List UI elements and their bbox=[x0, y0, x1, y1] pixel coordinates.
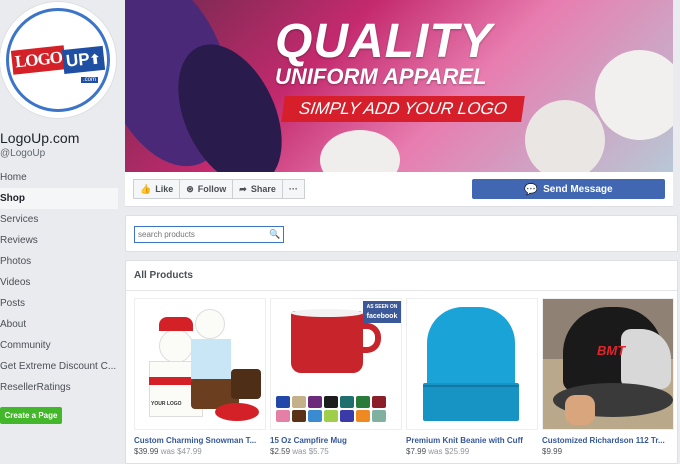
like-button[interactable]: 👍 Like bbox=[133, 179, 181, 199]
left-column: LOGO UP⬆ .com LogoUp.com @LogoUp Home Sh… bbox=[0, 0, 125, 464]
mug-color-swatches bbox=[275, 395, 399, 423]
product-image-trucker-hat[interactable]: BMT bbox=[542, 298, 674, 430]
nav-item-resellerratings[interactable]: ResellerRatings bbox=[0, 377, 118, 398]
product-item[interactable]: AS SEEN ON facebook 15 Oz Campfire Mug $… bbox=[270, 298, 402, 456]
cover-photo[interactable]: QUALITY UNIFORM APPAREL SIMPLY ADD YOUR … bbox=[125, 0, 673, 172]
cover-title: QUALITY bbox=[275, 15, 493, 68]
nav-item-community[interactable]: Community bbox=[0, 335, 118, 356]
thumbs-up-icon: 👍 bbox=[140, 183, 152, 194]
cover-subtitle: UNIFORM APPAREL bbox=[275, 64, 487, 89]
nav-item-about[interactable]: About bbox=[0, 314, 118, 335]
more-button[interactable]: ··· bbox=[281, 179, 305, 199]
product-price: $2.59 was $5.75 bbox=[270, 447, 329, 456]
follow-button[interactable]: ⊛ Follow bbox=[179, 179, 234, 199]
product-item[interactable]: YOUR LOGO Custom Charming Snowman T... $… bbox=[134, 298, 266, 456]
cover-tagline: SIMPLY ADD YOUR LOGO bbox=[281, 96, 525, 122]
messenger-icon: 💬 bbox=[524, 183, 539, 196]
search-input[interactable] bbox=[135, 230, 267, 239]
nav-item-videos[interactable]: Videos bbox=[0, 272, 118, 293]
product-name[interactable]: Customized Richardson 112 Tr... bbox=[542, 436, 674, 445]
thread-spool-image bbox=[595, 50, 673, 140]
section-title: All Products bbox=[134, 270, 193, 281]
thread-spool-image bbox=[320, 130, 400, 172]
thread-spool-image bbox=[525, 100, 605, 172]
page-handle[interactable]: @LogoUp bbox=[0, 148, 45, 159]
product-name[interactable]: 15 Oz Campfire Mug bbox=[270, 436, 402, 445]
nav-item-shop[interactable]: Shop bbox=[0, 188, 118, 209]
divider bbox=[126, 290, 677, 291]
nav-item-photos[interactable]: Photos bbox=[0, 251, 118, 272]
product-image-snowman[interactable]: YOUR LOGO bbox=[134, 298, 266, 430]
nav-item-reviews[interactable]: Reviews bbox=[0, 230, 118, 251]
product-grid: YOUR LOGO Custom Charming Snowman T... $… bbox=[134, 298, 677, 456]
rss-icon: ⊛ bbox=[186, 183, 194, 194]
share-button[interactable]: ➦ Share bbox=[232, 179, 283, 199]
logo: LOGO UP⬆ .com bbox=[6, 8, 110, 112]
facebook-page: LOGO UP⬆ .com LogoUp.com @LogoUp Home Sh… bbox=[0, 0, 680, 464]
nav-item-posts[interactable]: Posts bbox=[0, 293, 118, 314]
product-search: 🔍 bbox=[134, 226, 284, 243]
page-name[interactable]: LogoUp.com bbox=[0, 130, 79, 146]
nav-item-services[interactable]: Services bbox=[0, 209, 118, 230]
product-image-mug[interactable]: AS SEEN ON facebook bbox=[270, 298, 402, 430]
hat-logo: BMT bbox=[597, 343, 626, 358]
create-page-button[interactable]: Create a Page bbox=[0, 407, 62, 424]
page-nav: Home Shop Services Reviews Photos Videos… bbox=[0, 167, 118, 398]
product-price: $9.99 bbox=[542, 447, 563, 456]
product-name[interactable]: Custom Charming Snowman T... bbox=[134, 436, 266, 445]
logo-text-up: UP⬆ bbox=[62, 45, 105, 75]
snowman-logo-tag: YOUR LOGO bbox=[151, 401, 182, 407]
facebook-badge: AS SEEN ON facebook bbox=[363, 301, 401, 323]
product-price: $39.99 was $47.99 bbox=[134, 447, 202, 456]
search-icon[interactable]: 🔍 bbox=[267, 229, 283, 240]
logo-suffix: .com bbox=[81, 77, 99, 83]
products-card: All Products YOUR LOGO Custom Charming S… bbox=[125, 260, 678, 464]
up-arrow-icon: ⬆ bbox=[89, 51, 102, 68]
product-image-beanie[interactable] bbox=[406, 298, 538, 430]
search-card: 🔍 bbox=[125, 215, 678, 252]
logo-text-logo: LOGO bbox=[11, 45, 67, 75]
product-price: $7.99 was $25.99 bbox=[406, 447, 470, 456]
nav-item-discount[interactable]: Get Extreme Discount C... bbox=[0, 356, 118, 377]
action-buttons: 👍 Like ⊛ Follow ➦ Share ··· bbox=[133, 179, 305, 199]
avatar[interactable]: LOGO UP⬆ .com bbox=[0, 2, 116, 118]
page-action-bar: 👍 Like ⊛ Follow ➦ Share ··· 💬 Send Message bbox=[125, 172, 673, 207]
product-item[interactable]: BMT Customized Richardson 112 Tr... $9.9… bbox=[542, 298, 674, 456]
send-message-button[interactable]: 💬 Send Message bbox=[472, 179, 665, 199]
nav-item-home[interactable]: Home bbox=[0, 167, 118, 188]
share-arrow-icon: ➦ bbox=[239, 183, 247, 194]
product-name[interactable]: Premium Knit Beanie with Cuff bbox=[406, 436, 538, 445]
product-item[interactable]: Premium Knit Beanie with Cuff $7.99 was … bbox=[406, 298, 538, 456]
